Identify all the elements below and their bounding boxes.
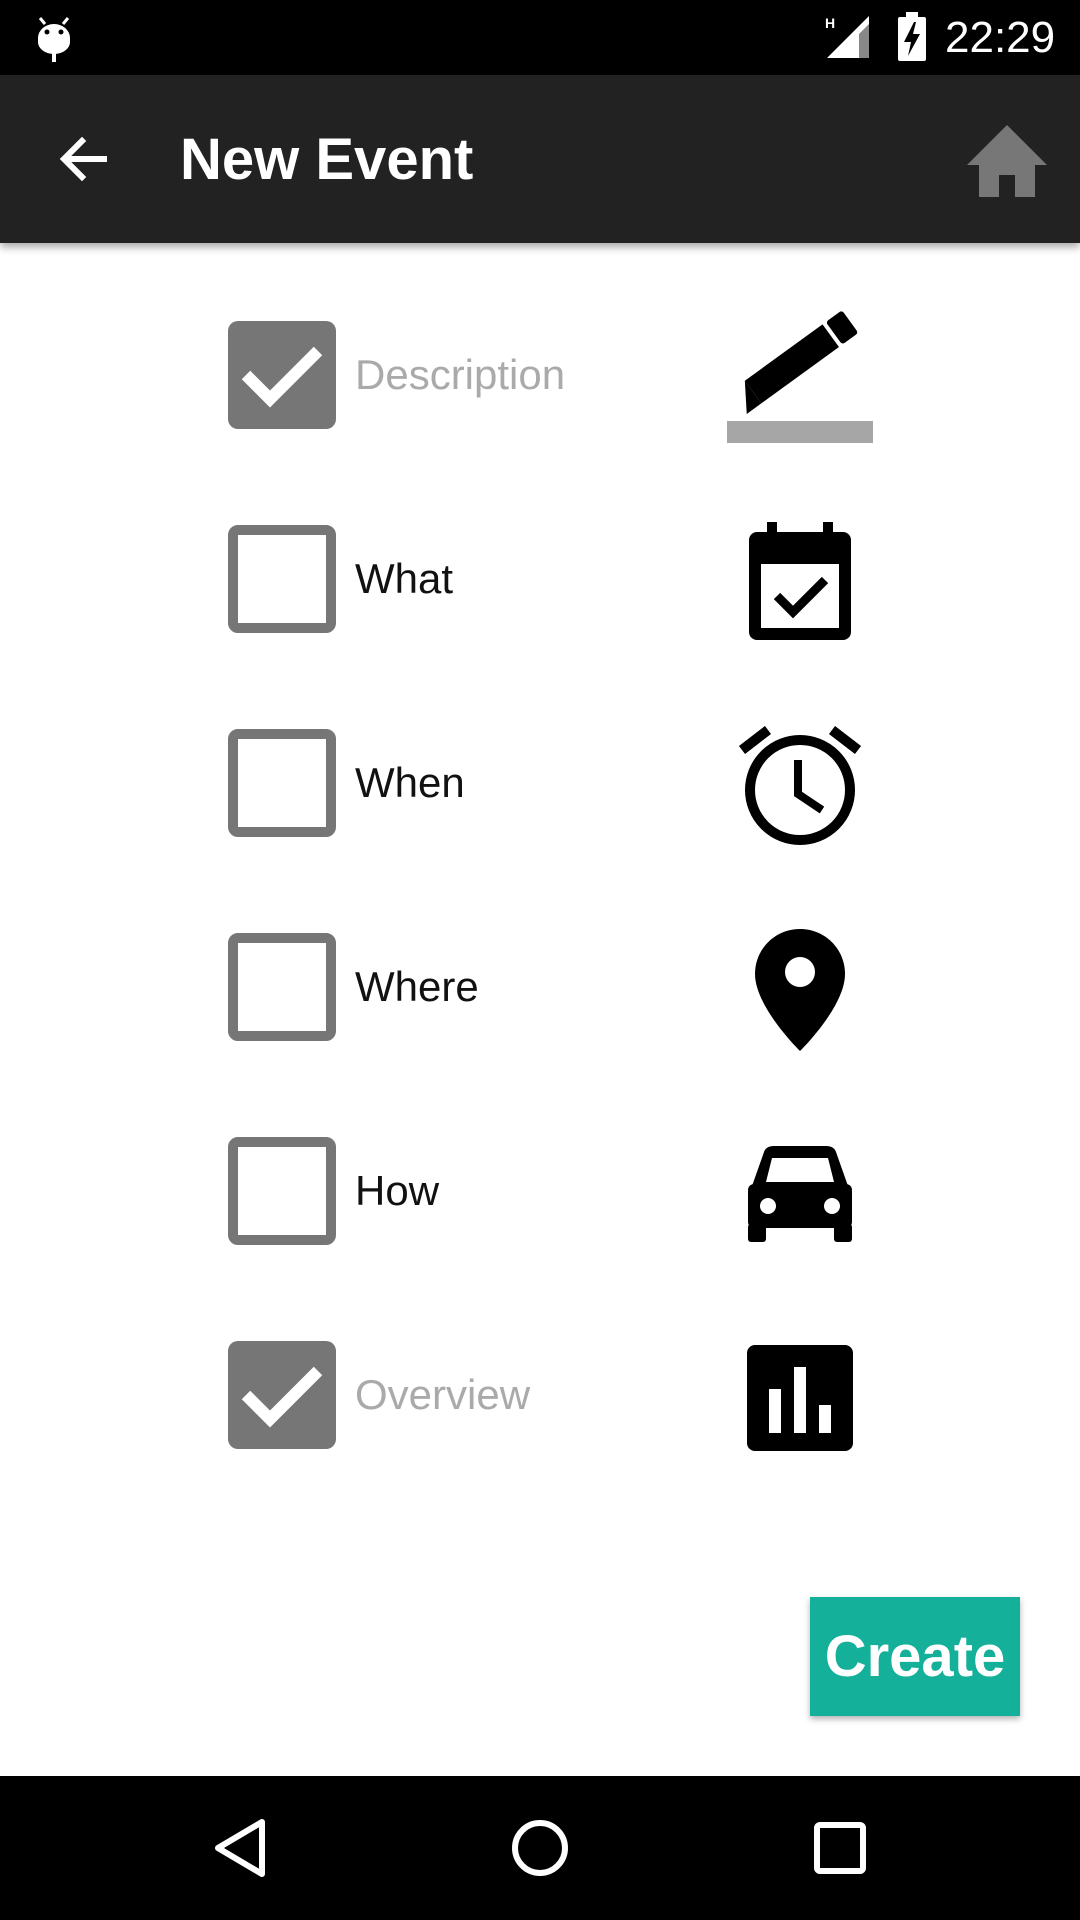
alarm-clock-icon [720, 721, 880, 851]
status-bar: H 22:29 [0, 0, 1080, 75]
option-row-what: What [0, 522, 1080, 645]
car-icon [720, 1129, 880, 1259]
create-button[interactable]: Create [810, 1597, 1020, 1716]
description-checkbox[interactable] [228, 321, 336, 429]
option-row-description: Description [0, 311, 1080, 443]
android-debug-icon [38, 17, 70, 62]
option-row-where: Where [0, 929, 1080, 1053]
overview-checkbox[interactable] [228, 1341, 336, 1449]
nav-back-button[interactable] [190, 1798, 290, 1898]
home-button[interactable] [962, 119, 1052, 203]
description-label: Description [355, 351, 566, 398]
how-checkbox[interactable] [228, 1137, 336, 1245]
event-calendar-check-icon [720, 517, 880, 647]
where-checkbox[interactable] [228, 933, 336, 1041]
how-label: How [355, 1167, 440, 1214]
checkmark-icon [241, 1366, 323, 1428]
status-time: 22:29 [945, 13, 1056, 62]
when-label: When [355, 759, 465, 806]
back-triangle-icon [215, 1819, 265, 1877]
nav-home-button[interactable] [490, 1798, 590, 1898]
edit-pencil-icon [720, 311, 880, 443]
what-label: What [355, 555, 454, 602]
where-label: Where [355, 963, 479, 1010]
home-circle-icon [512, 1820, 568, 1876]
when-checkbox[interactable] [228, 729, 336, 837]
checkmark-icon [241, 346, 323, 408]
navigation-bar [0, 1776, 1080, 1920]
battery-charging-icon [898, 12, 926, 61]
app-bar: New Event [0, 75, 1080, 243]
svg-text:H: H [825, 15, 835, 31]
bar-chart-icon [720, 1333, 880, 1463]
back-button[interactable] [40, 119, 128, 199]
recents-square-icon [814, 1822, 866, 1874]
overview-label: Overview [355, 1371, 531, 1418]
location-pin-icon [720, 925, 880, 1055]
option-row-when: When [0, 726, 1080, 849]
nav-recents-button[interactable] [790, 1798, 890, 1898]
home-icon [967, 125, 1047, 197]
page-title: New Event [180, 127, 474, 192]
option-row-how: How [0, 1137, 1080, 1257]
option-row-overview: Overview [0, 1341, 1080, 1461]
what-checkbox[interactable] [228, 525, 336, 633]
arrow-back-icon [59, 136, 107, 182]
signal-icon: H [825, 15, 869, 58]
